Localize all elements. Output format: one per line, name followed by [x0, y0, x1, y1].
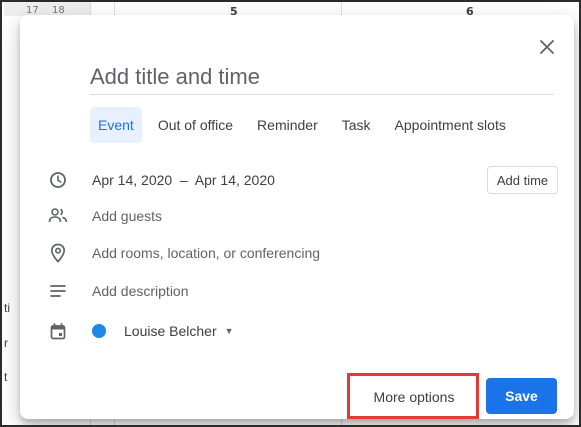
calendar-owner-select[interactable]: Louise Belcher	[124, 323, 217, 339]
close-icon	[540, 40, 554, 54]
chevron-down-icon[interactable]: ▼	[225, 326, 234, 336]
tab-reminder[interactable]: Reminder	[249, 107, 326, 143]
mini-calendar-strip	[4, 2, 90, 16]
more-options-button[interactable]: More options	[357, 379, 471, 415]
save-button[interactable]: Save	[486, 378, 557, 414]
add-guests-field[interactable]: Add guests	[92, 208, 162, 224]
tab-event[interactable]: Event	[90, 107, 142, 143]
calendar-text-fragment: ti	[4, 301, 10, 315]
event-quick-create-dialog: Event Out of office Reminder Task Appoin…	[20, 15, 574, 419]
location-pin-icon	[46, 241, 70, 265]
calendar-icon	[46, 319, 70, 343]
event-title-input[interactable]	[90, 59, 554, 95]
date-range-text[interactable]: Apr 14, 2020 – Apr 14, 2020	[92, 172, 275, 188]
tab-task[interactable]: Task	[334, 107, 379, 143]
description-row[interactable]: Add description	[46, 279, 566, 303]
add-time-button[interactable]: Add time	[487, 166, 558, 194]
tab-appointment-slots[interactable]: Appointment slots	[387, 107, 514, 143]
add-location-field[interactable]: Add rooms, location, or conferencing	[92, 245, 320, 261]
calendar-text-fragment: r	[4, 336, 8, 350]
close-button[interactable]	[535, 35, 559, 59]
clock-icon	[46, 168, 70, 192]
add-description-field[interactable]: Add description	[92, 283, 189, 299]
people-icon	[46, 204, 70, 228]
location-row[interactable]: Add rooms, location, or conferencing	[46, 241, 566, 265]
event-type-tabs: Event Out of office Reminder Task Appoin…	[90, 107, 522, 143]
calendar-color-dot	[92, 324, 106, 338]
calendar-text-fragment: t	[4, 370, 8, 384]
guests-row[interactable]: Add guests	[46, 204, 566, 228]
tab-out-of-office[interactable]: Out of office	[150, 107, 241, 143]
calendar-select-row: Louise Belcher ▼	[46, 319, 566, 343]
description-lines-icon	[46, 279, 70, 303]
